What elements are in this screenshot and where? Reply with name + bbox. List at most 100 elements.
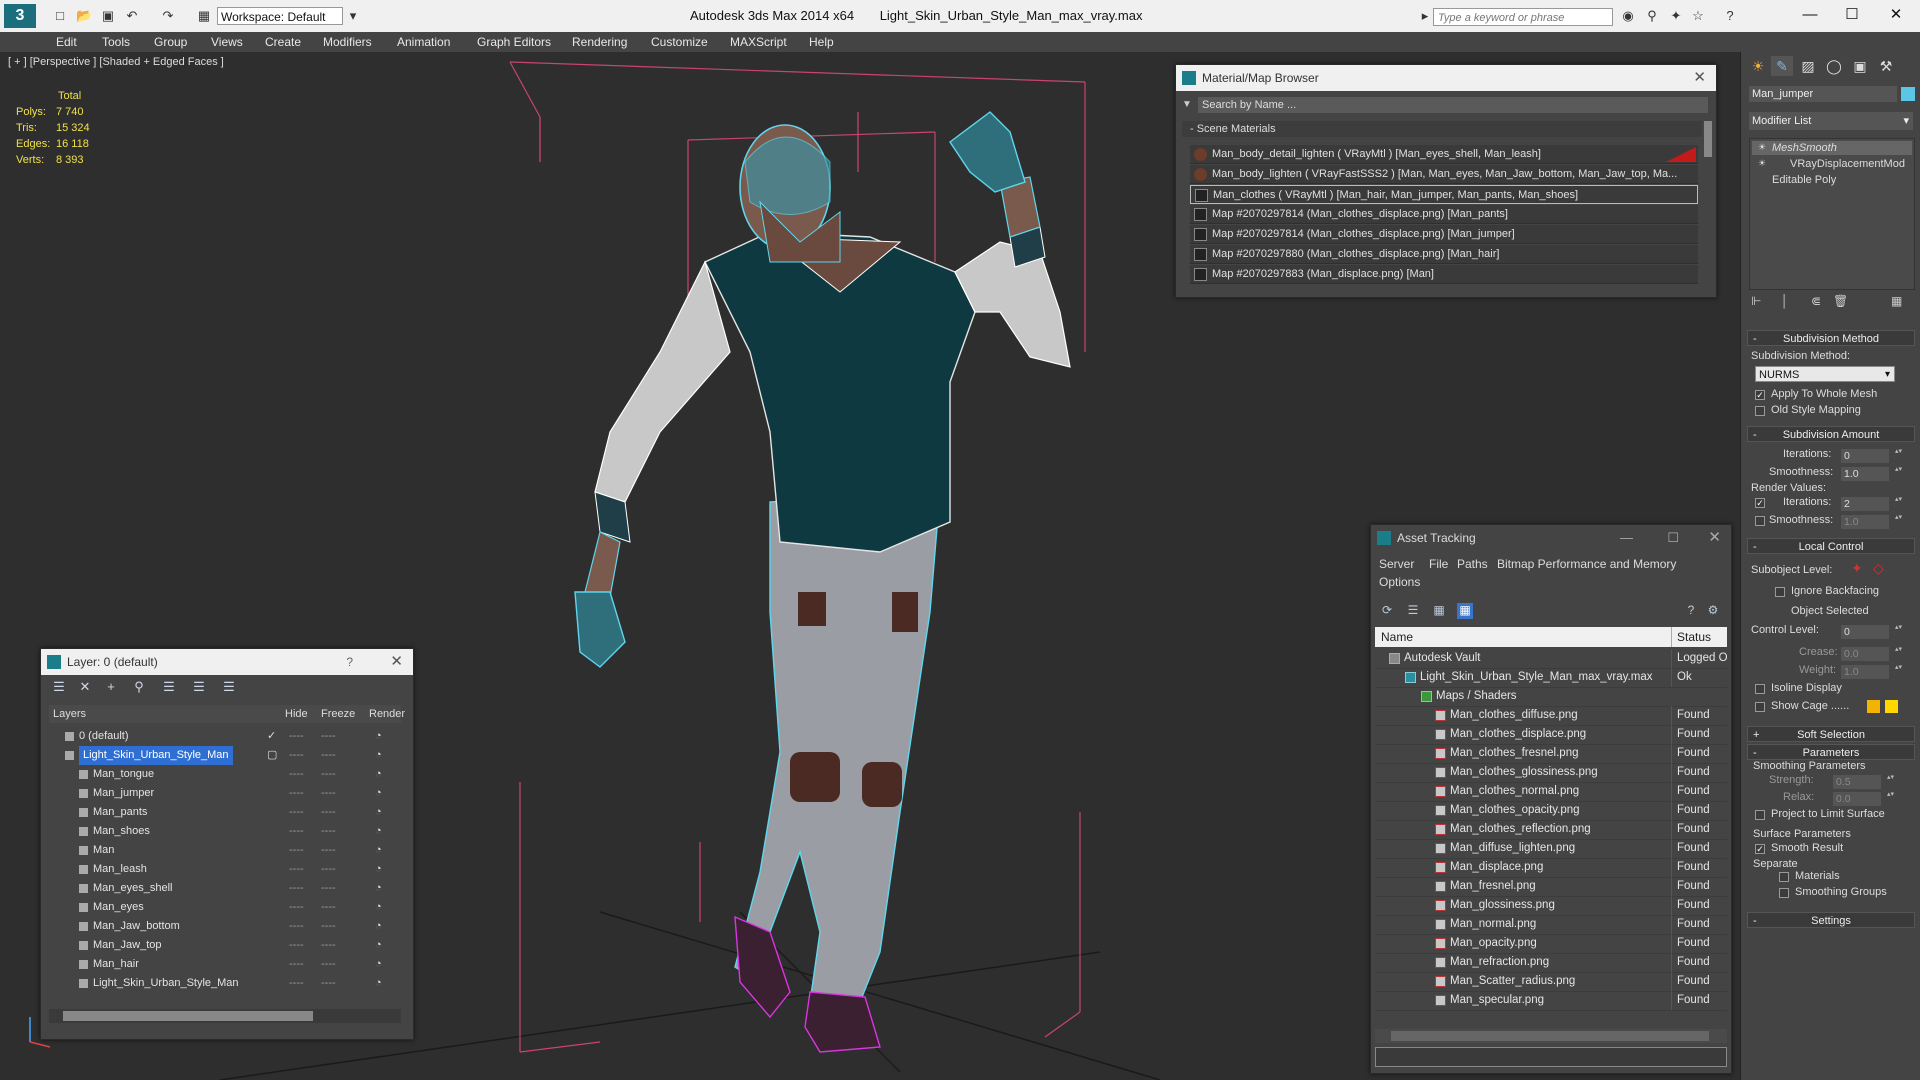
horizontal-scrollbar[interactable] (49, 1009, 401, 1023)
lightbulb-icon[interactable]: ☀ (1758, 158, 1766, 169)
layer-row[interactable]: Man_jumper ---- ---- ◔ (49, 784, 401, 803)
asset-row[interactable]: Man_clothes_fresnel.png Found (1375, 744, 1727, 764)
lightbulb-icon[interactable]: ☀ (1758, 142, 1766, 153)
rollout-subdivision-amount[interactable]: - Subdivision Amount (1747, 426, 1915, 442)
display-tab-icon[interactable]: ▣ (1849, 56, 1871, 76)
column-status[interactable]: Status (1671, 627, 1711, 647)
menu-group[interactable]: Group (154, 35, 187, 49)
iterations-spinner[interactable]: 0 (1841, 448, 1903, 463)
render-iterations-checkbox[interactable]: ✓ (1755, 498, 1765, 508)
refresh-icon[interactable]: ⟳ (1379, 603, 1395, 619)
hide-toggle[interactable]: ---- (289, 803, 304, 822)
freeze-toggle[interactable]: ---- (321, 841, 336, 860)
asset-row[interactable]: Man_clothes_glossiness.png Found (1375, 763, 1727, 783)
menu-customize[interactable]: Customize (651, 35, 708, 49)
old-style-mapping-checkbox[interactable] (1755, 406, 1765, 416)
menu-maxscript[interactable]: MAXScript (730, 35, 787, 49)
freeze-toggle[interactable]: ---- (321, 936, 336, 955)
close-icon[interactable]: ✕ (1693, 65, 1706, 91)
pin-stack-icon[interactable]: ⊩ (1751, 294, 1761, 308)
hide-toggle[interactable]: ---- (289, 822, 304, 841)
asset-row[interactable]: Light_Skin_Urban_Style_Man_max_vray.max O… (1375, 668, 1727, 688)
asset-row[interactable]: Man_clothes_diffuse.png Found (1375, 706, 1727, 726)
render-smoothness-spinner[interactable]: 1.0 (1841, 514, 1903, 529)
subscription-icon[interactable]: ✦ (1668, 8, 1684, 24)
isoline-display-checkbox[interactable] (1755, 684, 1765, 694)
close-icon[interactable]: ✕ (1708, 525, 1721, 551)
asset-row[interactable]: Man_refraction.png Found (1375, 953, 1727, 973)
asset-row[interactable]: Man_Scatter_radius.png Found (1375, 972, 1727, 992)
menu-rendering[interactable]: Rendering (572, 35, 627, 49)
edge-level-icon[interactable]: ◇ (1873, 560, 1884, 577)
render-toggle-icon[interactable]: ◔ (375, 765, 382, 784)
freeze-toggle[interactable]: ---- (321, 879, 336, 898)
modifier-list-dropdown[interactable]: Modifier List ▾ (1749, 112, 1913, 130)
settings-icon[interactable]: ⚙ (1705, 603, 1721, 619)
asset-row[interactable]: Maps / Shaders (1375, 687, 1727, 707)
modify-tab-icon[interactable]: ✎ (1771, 56, 1793, 76)
viewport-label[interactable]: [ + ] [Perspective ] [Shaded + Edged Fac… (8, 56, 224, 68)
options-arrow-icon[interactable]: ▼ (1182, 99, 1192, 110)
hierarchy-tab-icon[interactable]: ▨ (1797, 56, 1819, 76)
cage-color-2-swatch[interactable] (1885, 700, 1898, 713)
freeze-toggle[interactable]: ---- (321, 765, 336, 784)
menu-graph-editors[interactable]: Graph Editors (477, 35, 551, 49)
smooth-result-checkbox[interactable]: ✓ (1755, 844, 1765, 854)
render-toggle-icon[interactable]: ◔ (375, 898, 382, 917)
freeze-toggle[interactable]: ---- (321, 803, 336, 822)
hide-toggle[interactable]: ---- (289, 955, 304, 974)
redo-icon[interactable]: ↷ (160, 8, 176, 24)
minimize-icon[interactable]: — (1790, 4, 1830, 26)
hide-toggle[interactable]: ---- (289, 879, 304, 898)
hide-toggle[interactable]: ---- (289, 727, 304, 746)
horizontal-scrollbar[interactable] (1375, 1029, 1727, 1043)
layer-row[interactable]: 0 (default) ✓ ---- ---- ◔ (49, 727, 401, 746)
material-row-selected[interactable]: Man_clothes ( VRayMtl ) [Man_hair, Man_j… (1190, 185, 1698, 204)
rollout-subdivision-method[interactable]: - Subdivision Method (1747, 330, 1915, 346)
render-toggle-icon[interactable]: ◔ (375, 803, 382, 822)
layer-row[interactable]: Man_Jaw_bottom ---- ---- ◔ (49, 917, 401, 936)
strength-spinner[interactable]: 0.5 (1833, 774, 1895, 789)
render-iterations-spinner[interactable]: 2 (1841, 496, 1903, 511)
asset-row[interactable]: Man_displace.png Found (1375, 858, 1727, 878)
object-color-swatch[interactable] (1901, 87, 1915, 101)
layer-row[interactable]: Man_hair ---- ---- ◔ (49, 955, 401, 974)
asset-row[interactable]: Man_specular.png Found (1375, 991, 1727, 1011)
rollout-settings[interactable]: - Settings (1747, 912, 1915, 928)
menu-server[interactable]: Server (1379, 557, 1414, 571)
render-toggle-icon[interactable]: ◔ (375, 860, 382, 879)
subdivision-method-select[interactable]: NURMS (1755, 366, 1895, 383)
render-toggle-icon[interactable]: ◔ (375, 936, 382, 955)
set-current-layer-icon[interactable]: ▢ (267, 746, 277, 765)
render-toggle-icon[interactable]: ◔ (375, 727, 382, 746)
stack-item-vraydisplacement[interactable]: VRayDisplacementMod (1790, 158, 1905, 170)
render-toggle-icon[interactable]: ◔ (375, 822, 382, 841)
map-row[interactable]: Map #2070297814 (Man_clothes_displace.pn… (1190, 205, 1698, 224)
motion-tab-icon[interactable]: ◯ (1823, 56, 1845, 76)
asset-path-field[interactable] (1375, 1047, 1727, 1067)
list-view-icon[interactable]: ☰ (1405, 603, 1421, 619)
map-row[interactable]: Map #2070297814 (Man_clothes_displace.pn… (1190, 225, 1698, 244)
map-row[interactable]: Map #2070297883 (Man_displace.png) [Man] (1190, 265, 1698, 284)
separate-smoothing-checkbox[interactable] (1779, 888, 1789, 898)
make-unique-icon[interactable]: ⋐ (1811, 294, 1821, 308)
hide-toggle[interactable]: ---- (289, 917, 304, 936)
render-toggle-icon[interactable]: ◔ (375, 917, 382, 936)
layer-row[interactable]: Light_Skin_Urban_Style_Man ---- ---- ◔ (49, 974, 401, 993)
menu-animation[interactable]: Animation (397, 35, 450, 49)
favorites-star-icon[interactable]: ☆ (1690, 8, 1706, 24)
freeze-toggle[interactable]: ---- (321, 898, 336, 917)
freeze-toggle[interactable]: ---- (321, 974, 336, 993)
stack-item-editable-poly[interactable]: Editable Poly (1772, 174, 1836, 186)
freeze-toggle[interactable]: ---- (321, 955, 336, 974)
material-search-input[interactable]: Search by Name ... (1198, 97, 1708, 113)
menu-options[interactable]: Options (1379, 575, 1420, 589)
asset-row[interactable]: Man_normal.png Found (1375, 915, 1727, 935)
layer-row[interactable]: Man_Jaw_top ---- ---- ◔ (49, 936, 401, 955)
open-file-icon[interactable]: 📂 (76, 8, 92, 24)
binoculars-icon[interactable]: ◉ (1620, 8, 1636, 24)
asset-row[interactable]: Man_clothes_reflection.png Found (1375, 820, 1727, 840)
map-row[interactable]: Map #2070297880 (Man_clothes_displace.pn… (1190, 245, 1698, 264)
select-in-layer-icon[interactable]: ⚲ (131, 679, 147, 695)
asset-row[interactable]: Man_opacity.png Found (1375, 934, 1727, 954)
